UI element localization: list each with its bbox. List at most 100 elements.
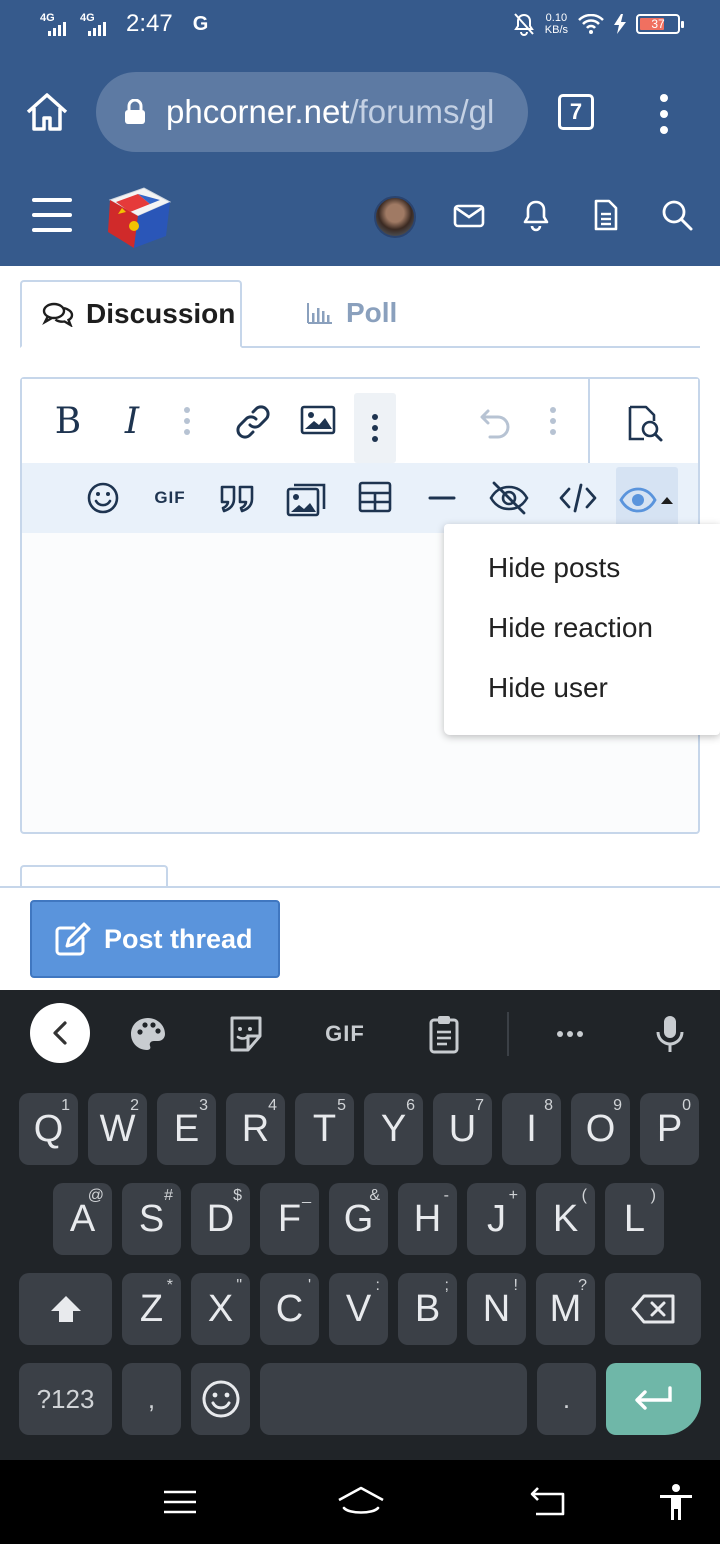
key-z[interactable]: Z * <box>122 1273 181 1345</box>
edit-icon <box>55 922 91 956</box>
key-v[interactable]: V: <box>329 1273 388 1345</box>
document-icon[interactable] <box>589 198 623 232</box>
browser-menu-icon[interactable] <box>652 94 676 134</box>
editor-toolbar-secondary: GIF <box>22 463 698 533</box>
search-icon[interactable] <box>660 198 694 232</box>
key-s[interactable]: S # <box>122 1183 181 1255</box>
recent-apps-icon[interactable] <box>160 1482 200 1522</box>
on-screen-keyboard: GIF Q1 W2 E3 R4 T5 Y6 U7 I8 O9 P0 A @ S # … <box>0 990 720 1460</box>
url-text: phcorner.net/forums/gl <box>166 93 495 130</box>
key-n[interactable]: N! <box>467 1273 526 1345</box>
keyboard-back-button[interactable] <box>30 1003 90 1063</box>
preview-icon[interactable] <box>624 403 664 443</box>
key-j[interactable]: J + <box>467 1183 526 1255</box>
lock-icon <box>124 98 146 125</box>
menu-icon[interactable] <box>32 198 72 232</box>
toolbar-divider <box>588 379 590 463</box>
battery-icon: 37 <box>636 14 684 34</box>
key-y[interactable]: Y6 <box>364 1093 423 1165</box>
sticker-icon[interactable] <box>224 1012 268 1056</box>
emoji-icon[interactable] <box>86 481 120 515</box>
mute-icon <box>513 13 534 36</box>
shift-icon <box>50 1296 81 1322</box>
clipboard-icon[interactable] <box>422 1012 466 1056</box>
key-q[interactable]: Q1 <box>19 1093 78 1165</box>
key-k[interactable]: K( <box>536 1183 595 1255</box>
table-icon[interactable] <box>358 481 392 513</box>
key-d[interactable]: D $ <box>191 1183 250 1255</box>
key-g[interactable]: G & <box>329 1183 388 1255</box>
tab-poll[interactable]: Poll <box>306 280 397 346</box>
horizontal-line-icon[interactable] <box>428 495 456 501</box>
post-thread-button[interactable]: Post thread <box>30 900 280 978</box>
tab-poll-label: Poll <box>346 297 398 328</box>
palette-icon[interactable] <box>126 1012 170 1056</box>
image-icon[interactable] <box>300 405 336 435</box>
backspace-icon <box>631 1294 675 1324</box>
backspace-key[interactable] <box>605 1273 701 1345</box>
tab-switcher-button[interactable]: 7 <box>558 94 594 130</box>
more-history-options-icon[interactable] <box>538 393 568 449</box>
enter-key[interactable] <box>606 1363 701 1435</box>
accessibility-icon[interactable] <box>656 1482 696 1522</box>
space-key[interactable] <box>260 1363 527 1435</box>
key-l[interactable]: L) <box>605 1183 664 1255</box>
key-x[interactable]: X " <box>191 1273 250 1345</box>
link-icon[interactable] <box>234 403 272 441</box>
browser-toolbar: phcorner.net/forums/gl 7 <box>0 56 720 168</box>
microphone-icon[interactable] <box>648 1012 692 1056</box>
charging-icon <box>614 14 626 34</box>
key-c[interactable]: C ' <box>260 1273 319 1345</box>
menu-item-hide-posts[interactable]: Hide posts <box>488 552 620 584</box>
enter-icon <box>634 1386 672 1410</box>
key-r[interactable]: R4 <box>226 1093 285 1165</box>
key-p[interactable]: P0 <box>640 1093 699 1165</box>
signal-icon: 4G <box>40 10 72 38</box>
back-nav-icon[interactable] <box>528 1482 568 1522</box>
signal-icon-2: 4G <box>80 10 112 38</box>
key-t[interactable]: T5 <box>295 1093 354 1165</box>
keyboard-gif-button[interactable]: GIF <box>320 1012 370 1056</box>
quote-icon[interactable] <box>218 481 256 515</box>
home-nav-icon[interactable] <box>336 1482 386 1522</box>
eye-slash-icon[interactable] <box>488 479 530 517</box>
comma-key[interactable]: , <box>122 1363 181 1435</box>
key-u[interactable]: U7 <box>433 1093 492 1165</box>
undo-icon[interactable] <box>478 405 514 439</box>
key-o[interactable]: O9 <box>571 1093 630 1165</box>
home-icon[interactable] <box>24 92 70 132</box>
key-i[interactable]: I8 <box>502 1093 561 1165</box>
menu-item-hide-user[interactable]: Hide user <box>488 672 608 704</box>
system-navigation-bar <box>0 1460 720 1544</box>
site-logo[interactable] <box>104 182 174 252</box>
key-h[interactable]: H- <box>398 1183 457 1255</box>
eye-icon <box>619 487 673 513</box>
more-horizontal-icon[interactable] <box>548 1012 592 1056</box>
bell-icon[interactable] <box>519 198 553 232</box>
more-text-options-icon[interactable] <box>172 393 202 449</box>
wifi-icon <box>578 14 604 34</box>
key-m[interactable]: M? <box>536 1273 595 1345</box>
key-w[interactable]: W2 <box>88 1093 147 1165</box>
bold-button[interactable]: B <box>46 393 90 449</box>
keyboard-suggestion-bar: GIF <box>0 990 720 1080</box>
shift-key[interactable] <box>19 1273 112 1345</box>
mail-icon[interactable] <box>452 198 486 232</box>
key-b[interactable]: B; <box>398 1273 457 1345</box>
key-f[interactable]: F _ <box>260 1183 319 1255</box>
address-bar[interactable]: phcorner.net/forums/gl <box>96 72 528 152</box>
avatar[interactable] <box>374 196 416 238</box>
gif-button[interactable]: GIF <box>148 481 192 515</box>
more-insert-options-icon[interactable] <box>354 393 396 463</box>
menu-item-hide-reaction[interactable]: Hide reaction <box>488 612 653 644</box>
symbols-key[interactable]: ?123 <box>19 1363 112 1435</box>
code-icon[interactable] <box>558 481 598 515</box>
key-e[interactable]: E3 <box>157 1093 216 1165</box>
tab-discussion[interactable]: Discussion <box>20 280 242 348</box>
key-a[interactable]: A @ <box>53 1183 112 1255</box>
chevron-left-icon <box>53 1021 67 1045</box>
period-key[interactable]: . <box>537 1363 596 1435</box>
media-gallery-icon[interactable] <box>286 479 328 517</box>
emoji-key[interactable] <box>191 1363 250 1435</box>
italic-button[interactable]: I <box>110 393 154 449</box>
